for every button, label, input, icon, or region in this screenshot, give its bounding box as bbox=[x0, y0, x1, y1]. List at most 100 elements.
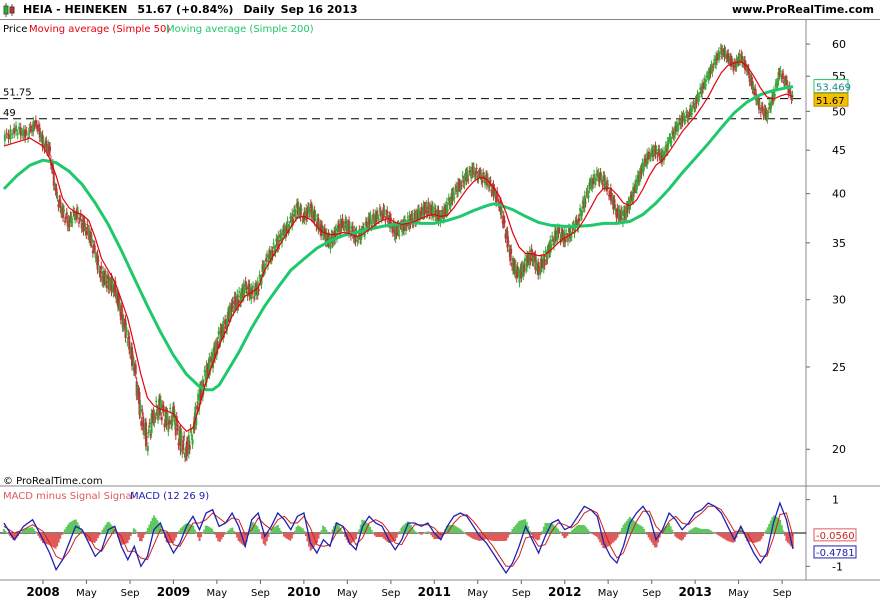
candle-body bbox=[441, 210, 444, 212]
candle-body bbox=[171, 414, 174, 427]
candle-body bbox=[126, 341, 129, 343]
candle-body bbox=[472, 166, 475, 171]
candle-body bbox=[566, 237, 569, 242]
candle-body bbox=[174, 427, 177, 436]
candle-body bbox=[383, 209, 386, 214]
candle-body bbox=[243, 287, 246, 294]
macd-histogram-bar bbox=[319, 533, 322, 535]
macd-histogram-bar bbox=[711, 531, 714, 533]
time-tick-label: 2012 bbox=[548, 585, 581, 599]
time-tick-label: Sep bbox=[381, 588, 400, 599]
candle-body bbox=[252, 285, 255, 287]
candle-body bbox=[489, 180, 492, 182]
price-tick-label: 50 bbox=[832, 105, 846, 118]
macd-histogram-bar bbox=[558, 531, 561, 533]
candle-body bbox=[739, 58, 742, 62]
candle-body bbox=[62, 209, 65, 212]
time-tick-label: May bbox=[467, 588, 488, 599]
macd-histogram-bar bbox=[397, 533, 400, 535]
macd-histogram-bar bbox=[193, 529, 196, 533]
candle-body bbox=[25, 131, 28, 133]
chart-header: HEIA - HEINEKEN 51.67 (+0.84%) Daily Sep… bbox=[0, 0, 880, 20]
last-price: 51.67 (+0.84%) bbox=[137, 3, 234, 16]
candle-body bbox=[154, 416, 157, 419]
candle-body bbox=[97, 260, 100, 262]
interval: Daily bbox=[243, 3, 275, 16]
macd-histogram-bar bbox=[143, 533, 146, 535]
candle-body bbox=[523, 264, 526, 272]
macd-histogram-bar bbox=[508, 533, 511, 535]
candle-body bbox=[758, 105, 761, 107]
candle-body bbox=[280, 232, 283, 237]
candle-body bbox=[391, 228, 394, 233]
time-tick-label: Sep bbox=[121, 588, 140, 599]
level-label: 51.75 bbox=[3, 88, 32, 99]
candle-body bbox=[712, 66, 715, 68]
macd-histogram-bar bbox=[463, 532, 466, 533]
site-link[interactable]: www.ProRealTime.com bbox=[732, 3, 874, 16]
macd-histogram-bar bbox=[60, 533, 63, 535]
candle-body bbox=[621, 211, 624, 216]
candle-body bbox=[308, 213, 311, 215]
candle-body bbox=[71, 222, 74, 224]
candle-body bbox=[510, 248, 513, 254]
macd-histogram-bar bbox=[34, 531, 37, 533]
candle-body bbox=[16, 133, 19, 135]
candle-body bbox=[587, 195, 590, 198]
candle-body bbox=[558, 228, 561, 230]
candle-body bbox=[761, 106, 764, 110]
candle-body bbox=[377, 219, 380, 221]
macd-histogram-bar bbox=[292, 533, 295, 535]
candle-body bbox=[779, 70, 782, 73]
candle-body bbox=[162, 405, 165, 412]
candle-body bbox=[306, 211, 309, 218]
candle-body bbox=[543, 259, 546, 266]
candle-body bbox=[782, 73, 785, 75]
candle-body bbox=[100, 265, 103, 270]
ma200-value-label: 53.469 bbox=[816, 83, 851, 94]
candle-body bbox=[68, 220, 71, 227]
candle-body bbox=[467, 179, 470, 181]
time-tick-label: Sep bbox=[512, 588, 531, 599]
candle-body bbox=[426, 210, 429, 214]
time-tick-label: 2013 bbox=[678, 585, 711, 599]
candle-body bbox=[90, 238, 93, 243]
price-tick-label: 60 bbox=[832, 38, 846, 51]
macd-axis: 1 -1 -0.0560 -0.4781 bbox=[806, 494, 857, 573]
time-tick-label: 2009 bbox=[157, 585, 190, 599]
candle-body bbox=[11, 133, 14, 135]
price-tick-label: 25 bbox=[832, 361, 846, 374]
candle-body bbox=[704, 84, 707, 86]
candle-body bbox=[372, 213, 375, 215]
price-chart[interactable]: Price Moving average (Simple 50) Moving … bbox=[0, 20, 880, 600]
candle-body bbox=[544, 251, 547, 253]
candle-body bbox=[3, 134, 6, 142]
macd-histogram-bar bbox=[340, 531, 343, 533]
time-tick-label: May bbox=[728, 588, 749, 599]
macd-histogram-bar bbox=[763, 533, 766, 534]
candle-body bbox=[564, 238, 567, 243]
price-tick-label: 35 bbox=[832, 237, 846, 250]
macd-histogram-bar bbox=[671, 529, 674, 533]
legend-ma50: Moving average (Simple 50) bbox=[29, 24, 170, 35]
candle-body bbox=[580, 210, 583, 216]
candle-body bbox=[272, 242, 275, 245]
legend-price: Price bbox=[3, 24, 27, 35]
price-plot-area: 51.75 49 bbox=[0, 43, 806, 463]
candle-body bbox=[371, 219, 374, 222]
candle-body bbox=[649, 153, 652, 158]
watermark: © ProRealTime.com bbox=[3, 476, 103, 487]
candle-body bbox=[593, 174, 596, 177]
macd-histogram-bar bbox=[176, 533, 179, 535]
instrument-name: HEIA - HEINEKEN bbox=[23, 3, 128, 16]
candle-body bbox=[670, 140, 673, 143]
candle-body bbox=[497, 199, 500, 202]
macd-histogram-bar bbox=[427, 531, 430, 533]
candle-body bbox=[196, 405, 199, 410]
macd-histogram-bar bbox=[258, 529, 261, 533]
price-tick-label: 40 bbox=[832, 188, 846, 201]
candle-body bbox=[177, 442, 180, 446]
candle-body bbox=[406, 216, 409, 218]
legend-macd: MACD (12 26 9) bbox=[130, 491, 209, 502]
candle-body bbox=[146, 446, 149, 451]
